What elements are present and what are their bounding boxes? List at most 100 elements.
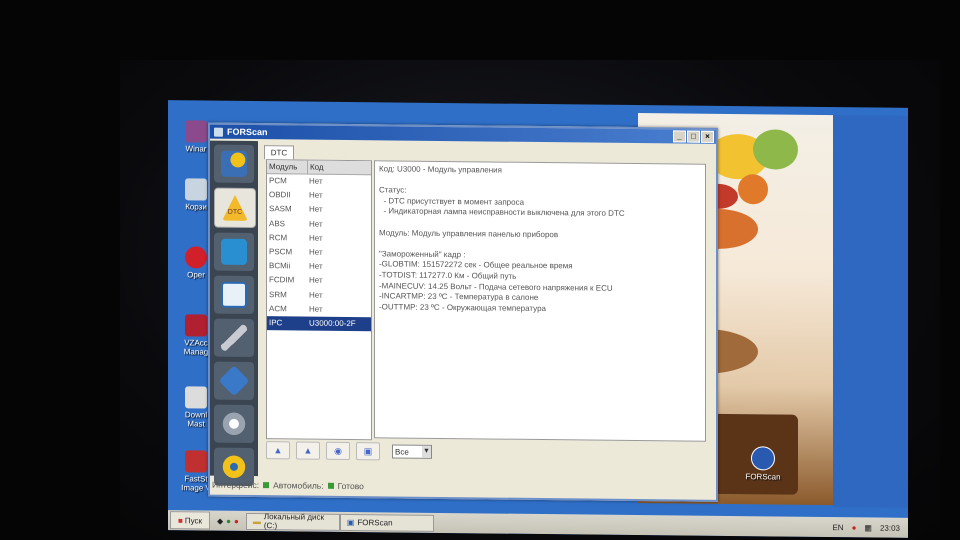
module-code: Нет: [309, 176, 323, 186]
tray-icon-opera[interactable]: ●: [852, 523, 857, 532]
save-icon: ▣: [363, 446, 373, 457]
save-button[interactable]: ▣: [356, 442, 380, 461]
desktop-icon-forscan[interactable]: FORScan: [743, 446, 783, 482]
taskbar-item-local-disk[interactable]: ▬ Локальный диск (C:): [245, 512, 340, 531]
wrench-icon: [221, 324, 247, 351]
bottom-toolbar: ▲ ▲ ◉ ▣ Все ▼: [266, 441, 432, 461]
minimize-button[interactable]: _: [673, 130, 686, 143]
quicklaunch-icon-1[interactable]: ◆: [217, 516, 223, 525]
tray-icon-network[interactable]: ▦: [864, 523, 872, 532]
dtc-details: Код: U3000 - Модуль управления Статус: - …: [374, 160, 706, 442]
app-icon: [214, 127, 223, 137]
dtc-button[interactable]: DTC: [214, 187, 256, 229]
opera-quicklaunch-icon[interactable]: ●: [234, 516, 239, 525]
module-name: SASM: [269, 204, 292, 214]
module-row[interactable]: PSCM Нет: [267, 245, 371, 260]
forscan-window: FORScan _ □ × DTC DTC Модуль Код PCM Нет…: [208, 122, 718, 502]
module-name: FCDIM: [269, 275, 295, 285]
module-code: Нет: [309, 261, 323, 271]
vzaccess-icon: [185, 314, 207, 337]
vehicle-info-icon: [221, 150, 247, 177]
oscilloscope-button[interactable]: [214, 232, 254, 272]
module-list-header: Модуль Код: [267, 160, 371, 176]
module-row[interactable]: IPC U3000:00-2F: [267, 316, 371, 332]
module-row[interactable]: ABS Нет: [267, 217, 371, 232]
detail-line: -OUTTMP: 23 ºC - Окружающая температура: [379, 302, 546, 313]
clear-dtc-icon: ▲: [303, 445, 313, 456]
download-master-icon: [185, 386, 207, 409]
interface-status-indicator: [263, 482, 270, 489]
module-code: Нет: [309, 247, 323, 257]
vehicle-status-label: Автомобиль:: [273, 480, 324, 491]
window-title: FORScan: [227, 126, 268, 138]
read-dtc-button[interactable]: ▲: [266, 441, 290, 460]
checklist-icon: [221, 281, 247, 308]
module-row[interactable]: SASM Нет: [267, 203, 371, 218]
module-row[interactable]: OBDII Нет: [267, 188, 371, 203]
chrome-icon[interactable]: ●: [226, 516, 231, 525]
vehicle-info-button[interactable]: [214, 144, 254, 184]
settings-icon: [221, 410, 247, 437]
recycle-bin-icon: [185, 178, 207, 201]
start-icon: ■: [177, 515, 183, 525]
module-name: PSCM: [269, 247, 293, 257]
vehicle-status-indicator: [327, 482, 334, 489]
service-button[interactable]: [214, 318, 254, 358]
programming-button[interactable]: [214, 361, 254, 401]
checklist-button[interactable]: [214, 275, 254, 315]
module-list: Модуль Код PCM Нет OBDII Нет SASM Нет ABS Нет RC…: [266, 159, 372, 441]
column-header-module[interactable]: Модуль: [267, 160, 308, 174]
module-code: Нет: [309, 204, 323, 215]
filter-select[interactable]: Все ▼: [392, 444, 432, 459]
dtc-icon: DTC: [222, 195, 248, 221]
main-toolbar: DTC: [210, 140, 258, 487]
refresh-button[interactable]: ◉: [326, 441, 350, 461]
system-tray: EN ● ▦ 23:03: [832, 523, 908, 533]
settings-button[interactable]: [214, 404, 254, 444]
vehicle-status-value: Готово: [337, 480, 364, 492]
folder-icon: ▬: [252, 516, 261, 526]
clear-dtc-button[interactable]: ▲: [296, 441, 320, 460]
start-button[interactable]: ■ Пуск: [170, 511, 210, 530]
forscan-taskbar-icon: ▣: [346, 517, 355, 527]
steering-wheel-icon: [221, 453, 247, 480]
desktop-background-strip: [833, 115, 908, 508]
tab-dtc[interactable]: DTC: [264, 145, 294, 160]
start-label: Пуск: [184, 515, 202, 525]
module-name: SRM: [269, 289, 287, 299]
module-code: Нет: [309, 190, 323, 200]
module-name: OBDII: [269, 190, 291, 200]
winrar-icon: [185, 120, 207, 143]
oscilloscope-icon: [221, 238, 247, 265]
refresh-icon: ◉: [334, 445, 342, 456]
close-button[interactable]: ×: [701, 130, 714, 143]
filter-select-value: Все: [395, 447, 409, 457]
maximize-button[interactable]: □: [687, 130, 700, 143]
module-row[interactable]: ACM Нет: [267, 302, 371, 317]
interface-status-label: Интерфейс:: [212, 479, 260, 491]
faststone-icon: [185, 450, 207, 473]
module-row[interactable]: RCM Нет: [267, 231, 371, 246]
module-code: Нет: [309, 233, 323, 243]
dtc-panel: DTC Модуль Код PCM Нет OBDII Нет SASM Нет ABS Н…: [260, 141, 712, 481]
module-row[interactable]: BCMii Нет: [267, 259, 371, 274]
module-row[interactable]: SRM Нет: [267, 288, 371, 303]
module-name: IPC: [269, 318, 283, 328]
taskbar-item-forscan[interactable]: ▣ FORScan: [339, 513, 434, 532]
forscan-icon: [751, 446, 775, 471]
module-name: BCMii: [269, 261, 291, 271]
module-code: Нет: [309, 304, 323, 314]
module-code: Нет: [309, 290, 323, 300]
status-bar: Интерфейс: Автомобиль: Готово: [210, 478, 718, 497]
module-name: RCM: [269, 232, 288, 243]
module-code: U3000:00-2F: [309, 318, 356, 328]
module-name: ABS: [269, 218, 286, 228]
module-code: Нет: [309, 275, 323, 286]
module-row[interactable]: PCM Нет: [267, 174, 371, 189]
column-header-code[interactable]: Код: [308, 161, 370, 175]
language-indicator[interactable]: EN: [832, 523, 843, 532]
chip-icon: [218, 365, 250, 397]
module-name: PCM: [269, 176, 287, 186]
clock[interactable]: 23:03: [880, 523, 900, 532]
module-row[interactable]: FCDIM Нет: [267, 273, 371, 288]
